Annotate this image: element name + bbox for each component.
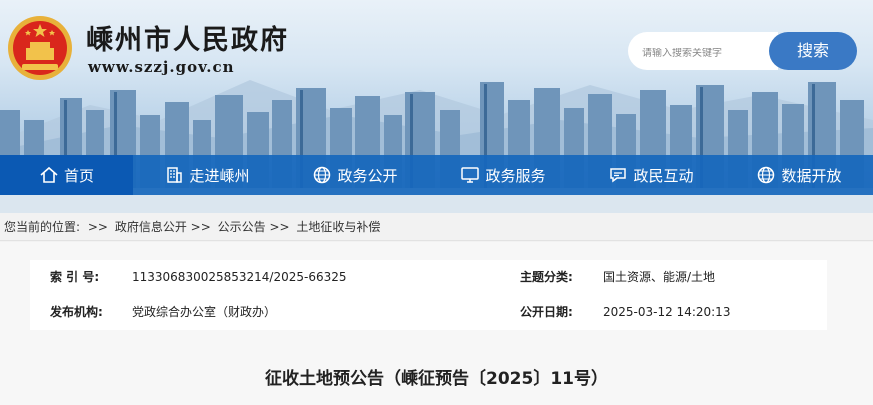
meta-value-date: 2025-03-12 14:20:13 xyxy=(603,305,731,319)
meta-label-org: 发布机构: xyxy=(50,305,103,319)
globe-icon xyxy=(756,165,776,185)
nav-item-label: 政务公开 xyxy=(337,166,398,185)
breadcrumb: 您当前的位置: >> 政府信息公开 >> 公示公告 >> 土地征收与补偿 xyxy=(0,213,873,241)
nav-item-label: 走进嵊州 xyxy=(189,166,250,185)
meta-value-org: 党政综合办公室（财政办） xyxy=(132,305,277,319)
meta-value-index: 113306830025853214/2025-66325 xyxy=(132,270,347,284)
meta-label-topic: 主题分类: xyxy=(520,270,573,284)
breadcrumb-separator: >> xyxy=(269,220,290,234)
building-icon xyxy=(164,165,184,185)
monitor-icon xyxy=(460,165,480,185)
nav-item-interaction[interactable]: 政民互动 xyxy=(577,155,725,195)
globe-icon xyxy=(312,165,332,185)
nav-item-label: 首页 xyxy=(63,166,94,185)
site-title: 嵊州市人民政府 xyxy=(86,25,289,56)
meta-value-topic: 国土资源、能源/土地 xyxy=(603,270,716,284)
meta-label-index: 索 引 号: xyxy=(50,270,100,284)
document-title: 征收土地预公告（嵊征预告〔2025〕11号） xyxy=(265,369,608,389)
breadcrumb-prefix: 您当前的位置: xyxy=(4,220,81,234)
meta-row: 发布机构: 党政综合办公室（财政办） 公开日期: 2025-03-12 14:2… xyxy=(30,295,827,330)
search-box xyxy=(628,32,778,70)
main-nav: 首页 走进嵊州 政务公开 政务服务 政民互动 数据开放 xyxy=(0,155,873,195)
nav-item-gov-services[interactable]: 政务服务 xyxy=(429,155,577,195)
meta-label-date: 公开日期: xyxy=(520,305,573,319)
search-button[interactable]: 搜索 xyxy=(769,32,857,70)
nav-item-home[interactable]: 首页 xyxy=(0,155,133,195)
breadcrumb-separator: >> xyxy=(87,220,108,234)
search-input[interactable] xyxy=(642,48,772,59)
breadcrumb-separator: >> xyxy=(190,220,211,234)
nav-item-gov-affairs[interactable]: 政务公开 xyxy=(281,155,429,195)
national-emblem-icon xyxy=(8,16,72,80)
nav-item-label: 政民互动 xyxy=(633,166,694,185)
home-icon xyxy=(39,165,59,185)
document-meta-table: 索 引 号: 113306830025853214/2025-66325 主题分… xyxy=(30,260,827,330)
site-url: www.szzj.gov.cn xyxy=(88,58,235,76)
page: 嵊州市人民政府 www.szzj.gov.cn 搜索 首页 走进嵊州 xyxy=(0,0,873,405)
content-area: 索 引 号: 113306830025853214/2025-66325 主题分… xyxy=(0,242,873,405)
header-banner: 嵊州市人民政府 www.szzj.gov.cn 搜索 首页 走进嵊州 xyxy=(0,0,873,213)
meta-row: 索 引 号: 113306830025853214/2025-66325 主题分… xyxy=(30,260,827,295)
breadcrumb-link-notices[interactable]: 公示公告 xyxy=(218,220,266,234)
nav-item-open-data[interactable]: 数据开放 xyxy=(725,155,873,195)
breadcrumb-link-land[interactable]: 土地征收与补偿 xyxy=(296,220,380,234)
nav-item-label: 数据开放 xyxy=(781,166,842,185)
nav-item-label: 政务服务 xyxy=(485,166,546,185)
nav-item-about[interactable]: 走进嵊州 xyxy=(133,155,281,195)
chat-icon xyxy=(608,165,628,185)
breadcrumb-link-gov-info[interactable]: 政府信息公开 xyxy=(115,220,187,234)
